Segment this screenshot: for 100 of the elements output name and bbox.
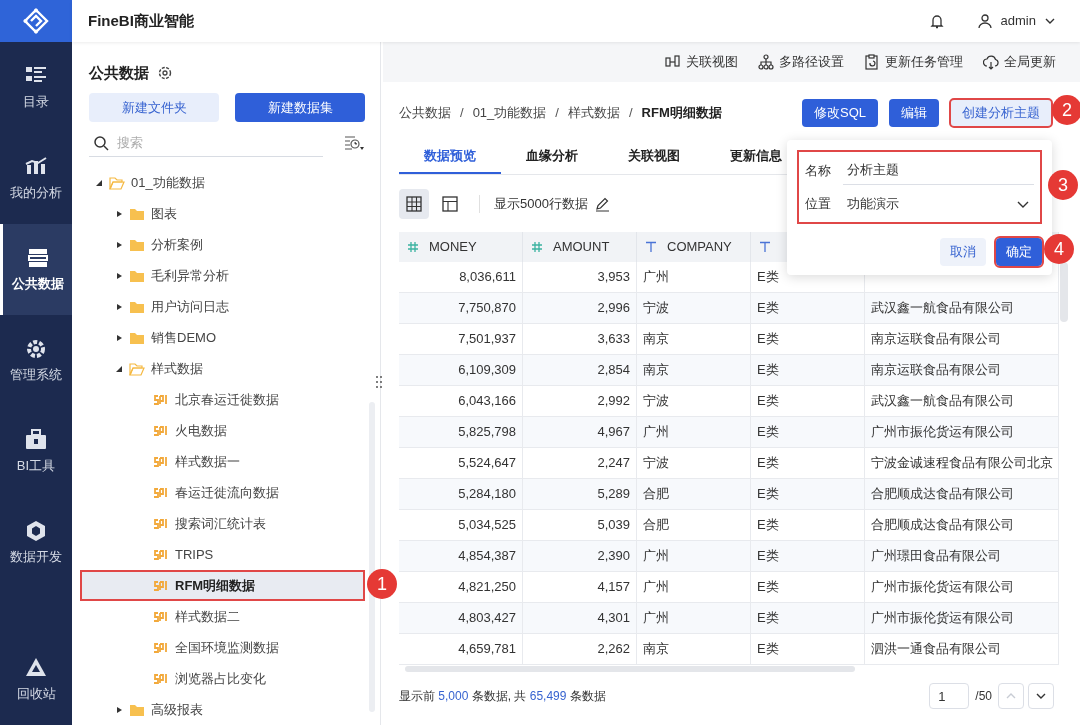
tab[interactable]: 关联视图: [603, 140, 705, 174]
open-folder-icon: [109, 175, 125, 190]
tree-item[interactable]: 样式数据二: [89, 601, 365, 632]
table-cell-text: 合肥顺成达食品有限公司: [871, 485, 1014, 504]
open-folder-icon: [129, 361, 145, 376]
nav-item[interactable]: 我的分析: [0, 133, 72, 224]
table-cell-text: 南京: [643, 361, 669, 380]
tree-item[interactable]: 火电数据: [89, 415, 365, 446]
breadcrumb-link[interactable]: 01_功能数据: [472, 103, 547, 123]
toolbar-button[interactable]: 关联视图: [665, 52, 738, 72]
folder-icon: [129, 268, 145, 283]
tab[interactable]: 数据预览: [399, 140, 501, 174]
scrollbar[interactable]: [369, 402, 375, 712]
page-down-button[interactable]: [1028, 683, 1054, 709]
action-button[interactable]: 创建分析主题: [950, 99, 1052, 127]
tree-item[interactable]: 样式数据一: [89, 446, 365, 477]
table-cell-text: 宁波金诚速程食品有限公司北京: [871, 454, 1053, 473]
tree-item[interactable]: 用户访问日志: [89, 291, 365, 322]
popup-button[interactable]: 取消: [940, 238, 986, 266]
breadcrumb-link[interactable]: 公共数据: [399, 103, 451, 123]
breadcrumb-current: RFM明细数据: [641, 104, 722, 123]
tree-item[interactable]: 图表: [89, 198, 365, 229]
tree-item[interactable]: 全国环境监测数据: [89, 632, 365, 663]
panel-button[interactable]: 新建文件夹: [89, 93, 219, 122]
data-summary: 显示前 5,000 条数据, 共 65,499 条数据: [399, 688, 606, 705]
sql-icon: [153, 548, 169, 561]
tree-item[interactable]: 样式数据: [89, 353, 365, 384]
table-cell-text: 广州: [643, 578, 669, 597]
tree-item[interactable]: 分析案例: [89, 229, 365, 260]
filter-clock-icon: [343, 134, 365, 152]
breadcrumb-separator: /: [628, 104, 633, 123]
tree-item[interactable]: 销售DEMO: [89, 322, 365, 353]
app-title: FineBI商业智能: [88, 10, 194, 31]
cloud-icon: [983, 54, 999, 70]
sql-icon: [153, 486, 169, 499]
table-cell-text: E类: [757, 361, 779, 380]
table-cell-text: 宁波: [643, 454, 669, 473]
table-cell-text: E类: [757, 299, 779, 318]
tree-item[interactable]: 北京春运迁徙数据: [89, 384, 365, 415]
sql-icon: [153, 517, 169, 530]
table-cell-text: 南京: [643, 640, 669, 659]
tree-item[interactable]: 浏览器占比变化: [89, 663, 365, 694]
tree-item[interactable]: 搜索词汇统计表: [89, 508, 365, 539]
table-cell-text: 广州: [643, 609, 669, 628]
table-cell-text: 2,390: [597, 547, 630, 566]
table-cell-text: 7,750,870: [458, 299, 516, 318]
search-field[interactable]: 搜索: [117, 130, 319, 155]
rows-setting-label: 显示5000行数据: [494, 195, 588, 214]
tree-item[interactable]: 毛利异常分析: [89, 260, 365, 291]
table-cell-text: 4,967: [597, 423, 630, 442]
tab[interactable]: 血缘分析: [501, 140, 603, 174]
table-cell-text: E类: [757, 485, 779, 504]
nav-item[interactable]: 回收站: [0, 634, 72, 725]
tree-item[interactable]: RFM明细数据: [80, 570, 365, 601]
scrollbar[interactable]: [405, 666, 855, 672]
breadcrumb-link[interactable]: 样式数据: [567, 103, 620, 123]
table-cell-text: 4,301: [597, 609, 630, 628]
popup-button[interactable]: 确定: [996, 238, 1042, 266]
name-field[interactable]: 分析主题: [843, 156, 1034, 185]
tree-item[interactable]: TRIPS: [89, 539, 365, 570]
hierarchy-icon: [758, 54, 774, 70]
table-cell-text: 2,992: [597, 392, 630, 411]
table-cell-text: 武汉鑫一航食品有限公司: [871, 299, 1014, 318]
tree-item[interactable]: 01_功能数据: [89, 167, 365, 198]
view-mode-button[interactable]: [399, 189, 429, 219]
step-badge: 1: [367, 569, 397, 599]
toolbar-button[interactable]: 全局更新: [983, 52, 1056, 72]
nav-item[interactable]: 目录: [0, 42, 72, 133]
nav-item[interactable]: 公共数据: [0, 224, 72, 315]
breadcrumb-separator: /: [460, 104, 464, 123]
table-cell-text: 泗洪一通食品有限公司: [871, 640, 1001, 659]
user-name[interactable]: admin: [1000, 11, 1036, 31]
caret-down-icon: [115, 364, 123, 373]
table-cell-text: 广州: [643, 268, 669, 287]
table-cell-text: 合肥: [643, 516, 669, 535]
table-cell-text: 4,854,387: [458, 547, 516, 566]
folder-icon: [129, 237, 145, 252]
toolbar-button[interactable]: 多路径设置: [758, 52, 844, 72]
table-cell-text: 5,524,647: [458, 454, 516, 473]
layout-icon: [441, 195, 459, 213]
tree-item[interactable]: 高级报表: [89, 694, 365, 725]
toolbar-button[interactable]: 更新任务管理: [864, 52, 963, 72]
table-cell-text: 4,659,781: [458, 640, 516, 659]
caret-right-icon: [115, 209, 123, 218]
table-cell-text: E类: [757, 609, 779, 628]
panel-button[interactable]: 新建数据集: [235, 93, 365, 122]
location-select[interactable]: 功能演示: [843, 189, 1034, 218]
table-cell-text: 2,854: [597, 361, 630, 380]
edit-icon: [593, 196, 610, 212]
sql-icon: [153, 672, 169, 685]
action-button[interactable]: 编辑: [889, 99, 939, 127]
page-input[interactable]: 1: [929, 683, 970, 709]
nav-item[interactable]: 数据开发: [0, 497, 72, 588]
tree-item[interactable]: 春运迁徙流向数据: [89, 477, 365, 508]
table-cell-text: 6,109,309: [458, 361, 516, 380]
scrollbar[interactable]: [1060, 262, 1068, 322]
action-button[interactable]: 修改SQL: [802, 99, 878, 127]
nav-item[interactable]: BI工具: [0, 406, 72, 497]
step-badge: 4: [1044, 234, 1074, 264]
nav-item[interactable]: 管理系统: [0, 315, 72, 406]
